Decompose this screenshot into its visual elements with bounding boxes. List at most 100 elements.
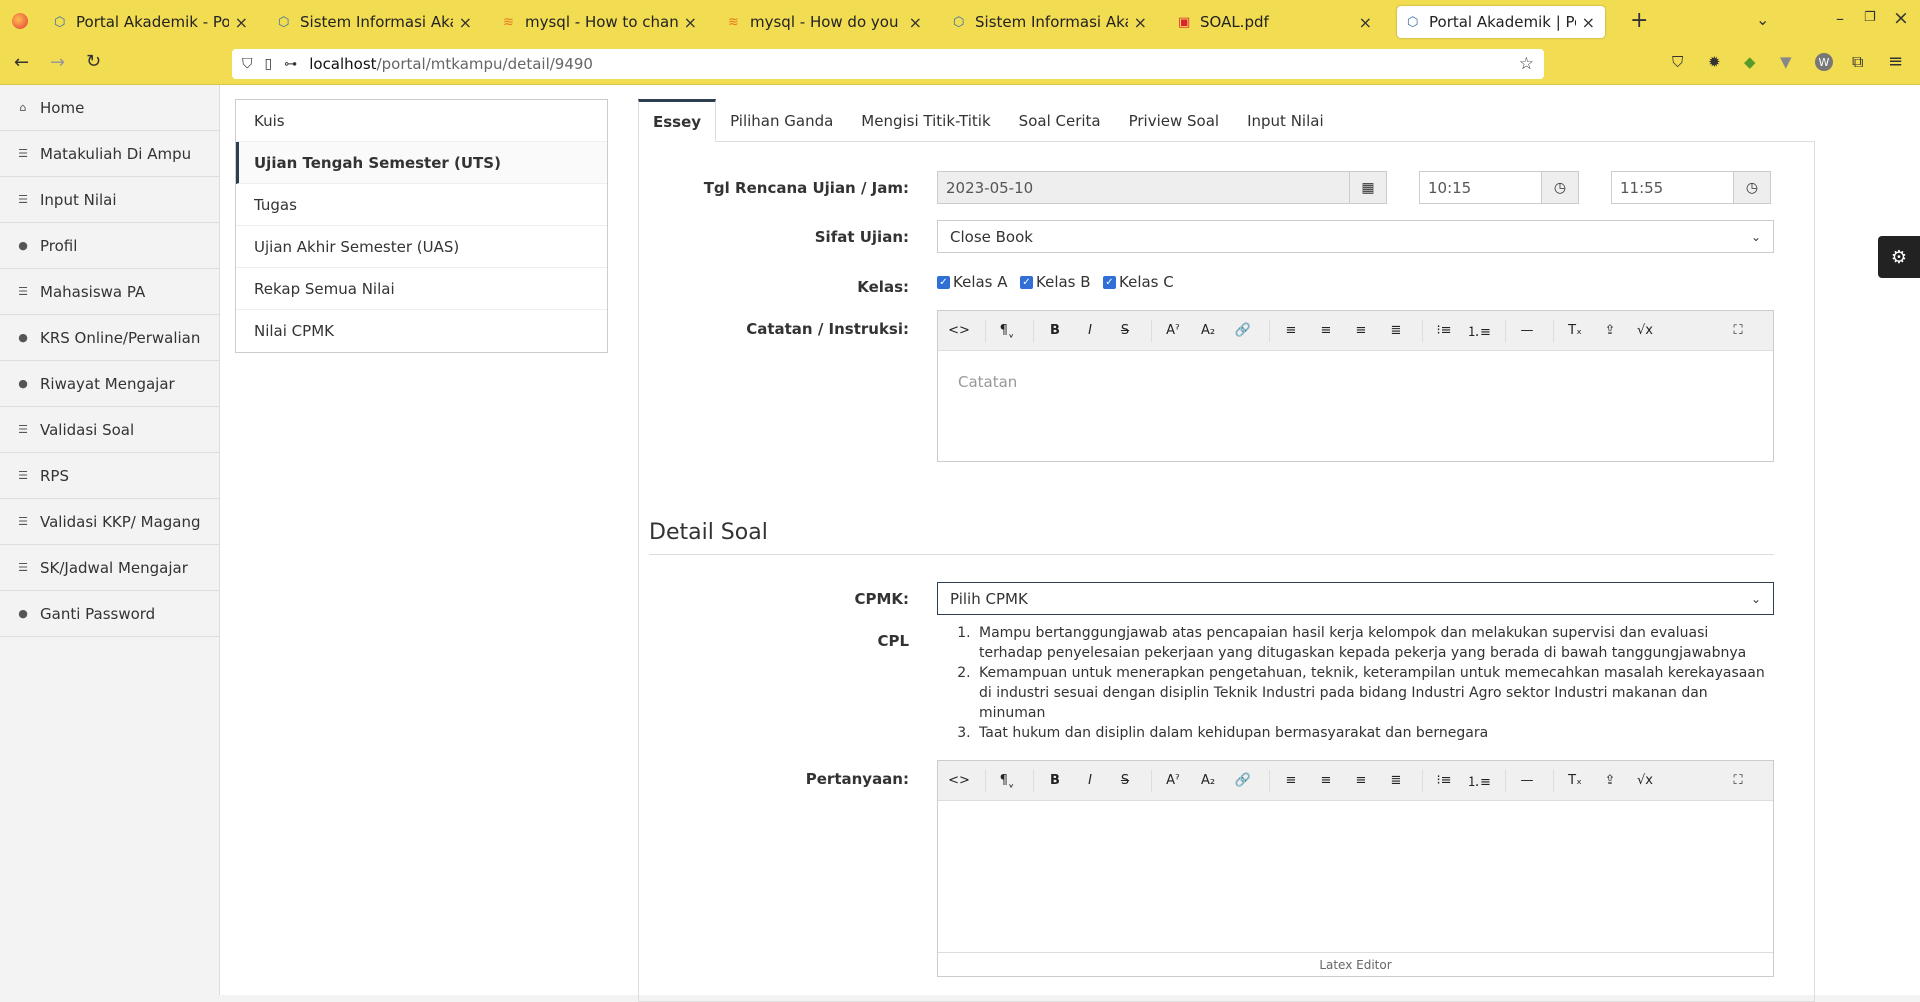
- close-tab-icon[interactable]: ×: [1582, 13, 1595, 32]
- horizontal-rule-icon[interactable]: —: [1512, 767, 1542, 795]
- sidebar-item-home[interactable]: ⌂ Home: [0, 85, 219, 131]
- link-icon[interactable]: 🔗: [1228, 317, 1258, 345]
- submenu-item-cpmk[interactable]: Nilai CPMK: [236, 310, 607, 352]
- submenu-item-uas[interactable]: Ujian Akhir Semester (UAS): [236, 226, 607, 268]
- align-center-icon[interactable]: ≡: [1311, 767, 1341, 795]
- new-tab-icon[interactable]: +: [1630, 8, 1648, 33]
- close-window-icon[interactable]: ×: [1893, 7, 1909, 29]
- strikethrough-icon[interactable]: S: [1110, 317, 1140, 345]
- pocket-icon[interactable]: ⛉: [1672, 53, 1683, 71]
- shield-icon[interactable]: ⛉: [242, 56, 253, 72]
- sidebar-item-matakuliah[interactable]: ☰ Matakuliah Di Ampu: [0, 131, 219, 177]
- latex-editor-footer[interactable]: Latex Editor: [938, 952, 1773, 976]
- paragraph-format-icon[interactable]: ¶ˬ: [992, 767, 1022, 795]
- sidebar-item-ganti-password[interactable]: ● Ganti Password: [0, 591, 219, 637]
- sidebar-item-mahasiswa-pa[interactable]: ☰ Mahasiswa PA: [0, 269, 219, 315]
- sifat-select[interactable]: Close Book ⌄: [937, 220, 1774, 253]
- paragraph-format-icon[interactable]: ¶ˬ: [992, 317, 1022, 345]
- align-center-icon[interactable]: ≡: [1311, 317, 1341, 345]
- browser-tab[interactable]: ≋ mysql - How do you set "n ×: [718, 6, 932, 38]
- jam-selesai-field[interactable]: 11:55: [1611, 171, 1734, 204]
- fullscreen-icon[interactable]: ⛶: [1723, 767, 1753, 795]
- tab-list-icon[interactable]: ⌄: [1756, 10, 1769, 29]
- link-icon[interactable]: 🔗: [1228, 767, 1258, 795]
- extension-icon[interactable]: ✹: [1708, 53, 1721, 71]
- upload-icon[interactable]: ⇪: [1595, 767, 1625, 795]
- close-tab-icon[interactable]: ×: [1359, 13, 1372, 32]
- clock-icon[interactable]: ◷: [1733, 171, 1771, 204]
- superscript-icon[interactable]: Aˀ: [1158, 317, 1188, 345]
- kelas-b-checkbox[interactable]: ✓ Kelas B: [1020, 273, 1091, 291]
- bullet-list-icon[interactable]: ⁝≡: [1429, 317, 1459, 345]
- page-info-icon[interactable]: ▯: [265, 56, 273, 72]
- kelas-c-checkbox[interactable]: ✓ Kelas C: [1103, 273, 1174, 291]
- sidebar-item-input-nilai[interactable]: ☰ Input Nilai: [0, 177, 219, 223]
- back-icon[interactable]: ←: [14, 52, 29, 73]
- calendar-icon[interactable]: ▦: [1349, 171, 1387, 204]
- tab-preview-soal[interactable]: Priview Soal: [1115, 99, 1233, 142]
- submenu-item-rekap[interactable]: Rekap Semua Nilai: [236, 268, 607, 310]
- close-tab-icon[interactable]: ×: [1134, 13, 1147, 32]
- fullscreen-icon[interactable]: ⛶: [1723, 317, 1753, 345]
- italic-icon[interactable]: I: [1075, 767, 1105, 795]
- close-tab-icon[interactable]: ×: [235, 13, 248, 32]
- clock-icon[interactable]: ◷: [1541, 171, 1579, 204]
- browser-tab-active[interactable]: ⬡ Portal Akademik | Politek ×: [1397, 6, 1605, 38]
- firefox-icon[interactable]: [12, 13, 28, 29]
- reload-icon[interactable]: ↻: [86, 51, 101, 72]
- jam-mulai-field[interactable]: 10:15: [1419, 171, 1542, 204]
- browser-tab[interactable]: ⬡ Sistem Informasi Akadem ×: [268, 6, 482, 38]
- align-left-icon[interactable]: ≡: [1276, 317, 1306, 345]
- extension-icon[interactable]: W: [1815, 53, 1833, 71]
- clear-format-icon[interactable]: Tₓ: [1560, 767, 1590, 795]
- code-view-icon[interactable]: <>: [944, 317, 974, 345]
- submenu-item-uts[interactable]: Ujian Tengah Semester (UTS): [236, 142, 607, 184]
- subscript-icon[interactable]: A₂: [1193, 317, 1223, 345]
- restore-icon[interactable]: ❐: [1864, 10, 1876, 25]
- sidebar-item-rps[interactable]: ☰ RPS: [0, 453, 219, 499]
- tab-mengisi-titik[interactable]: Mengisi Titik-Titik: [847, 99, 1004, 142]
- numbered-list-icon[interactable]: ⒈≡: [1464, 317, 1494, 345]
- sidebar-item-profil[interactable]: ● Profil: [0, 223, 219, 269]
- minimize-icon[interactable]: –: [1836, 9, 1844, 28]
- italic-icon[interactable]: I: [1075, 317, 1105, 345]
- extension-icon[interactable]: ▼: [1780, 53, 1792, 71]
- cpmk-select[interactable]: Pilih CPMK ⌄: [937, 582, 1774, 615]
- align-justify-icon[interactable]: ≣: [1381, 767, 1411, 795]
- sidebar-item-validasi-soal[interactable]: ☰ Validasi Soal: [0, 407, 219, 453]
- bookmark-star-icon[interactable]: ☆: [1519, 54, 1534, 74]
- sidebar-item-sk-jadwal[interactable]: ☰ SK/Jadwal Mengajar: [0, 545, 219, 591]
- pertanyaan-editor[interactable]: <> ¶ˬ B I S Aˀ A₂ 🔗 ≡ ≡ ≡ ≣ ⁝≡ ⒈≡ — Tₓ ⇪…: [937, 760, 1774, 977]
- bullet-list-icon[interactable]: ⁝≡: [1429, 767, 1459, 795]
- upload-icon[interactable]: ⇪: [1595, 317, 1625, 345]
- submenu-item-tugas[interactable]: Tugas: [236, 184, 607, 226]
- submenu-item-kuis[interactable]: Kuis: [236, 100, 607, 142]
- sidebar-item-riwayat[interactable]: ● Riwayat Mengajar: [0, 361, 219, 407]
- browser-tab[interactable]: ▣ SOAL.pdf ×: [1168, 6, 1382, 38]
- tab-soal-cerita[interactable]: Soal Cerita: [1005, 99, 1115, 142]
- tab-essey[interactable]: Essey: [638, 99, 717, 142]
- subscript-icon[interactable]: A₂: [1193, 767, 1223, 795]
- kelas-a-checkbox[interactable]: ✓ Kelas A: [937, 273, 1008, 291]
- extension-icon[interactable]: ◆: [1744, 53, 1756, 71]
- horizontal-rule-icon[interactable]: —: [1512, 317, 1542, 345]
- extensions-puzzle-icon[interactable]: ⧉: [1852, 52, 1863, 72]
- tab-input-nilai[interactable]: Input Nilai: [1233, 99, 1338, 142]
- browser-tab[interactable]: ⬡ Portal Akademik - Politek ×: [44, 6, 258, 38]
- bold-icon[interactable]: B: [1040, 317, 1070, 345]
- pertanyaan-content-area[interactable]: [938, 801, 1773, 952]
- tab-pilihan-ganda[interactable]: Pilihan Ganda: [716, 99, 847, 142]
- align-left-icon[interactable]: ≡: [1276, 767, 1306, 795]
- browser-tab[interactable]: ≋ mysql - How to change m ×: [493, 6, 707, 38]
- bold-icon[interactable]: B: [1040, 767, 1070, 795]
- permissions-icon[interactable]: ⊶: [284, 57, 297, 72]
- tgl-field[interactable]: 2023-05-10: [937, 171, 1350, 204]
- numbered-list-icon[interactable]: ⒈≡: [1464, 767, 1494, 795]
- forward-icon[interactable]: →: [50, 52, 65, 73]
- formula-icon[interactable]: √x: [1630, 767, 1660, 795]
- address-bar[interactable]: ⛉ ▯ ⊶ localhost/portal/mtkampu/detail/94…: [232, 49, 1544, 79]
- url-text[interactable]: localhost/portal/mtkampu/detail/9490: [309, 55, 593, 73]
- close-tab-icon[interactable]: ×: [459, 13, 472, 32]
- settings-gear-icon[interactable]: ⚙: [1878, 236, 1920, 278]
- align-right-icon[interactable]: ≡: [1346, 317, 1376, 345]
